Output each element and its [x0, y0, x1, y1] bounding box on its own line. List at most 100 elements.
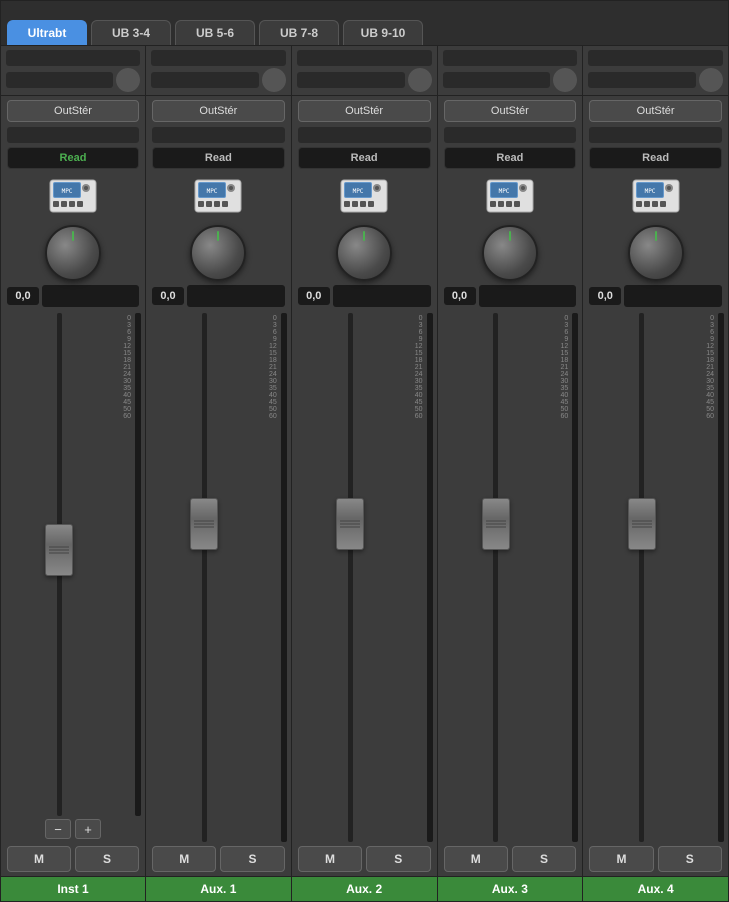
fader-handle-inst1[interactable]	[45, 524, 73, 576]
slot-box-aux2-1	[297, 50, 432, 66]
slot-row-aux3-1	[443, 50, 578, 66]
fader-track-wrapper-aux2: 0369 12151821 24303540 455060	[296, 313, 425, 842]
label-slot-inst1	[7, 127, 139, 143]
output-selector-aux4[interactable]: OutStér	[589, 100, 722, 122]
pan-box-aux3	[479, 285, 577, 307]
channel-aux3: OutStér Read MPC	[438, 46, 584, 901]
fader-section-aux3: 0369 12151821 24303540 455060	[438, 309, 583, 842]
fader-rail-area-aux4	[587, 313, 696, 842]
slot-circle-aux4	[699, 68, 723, 92]
fader-handle-aux1[interactable]	[190, 498, 218, 550]
fader-rail-aux3	[493, 313, 498, 842]
slot-row-aux4-1	[588, 50, 723, 66]
knob-aux2[interactable]	[336, 225, 392, 281]
ms-row-aux1: M S	[146, 842, 291, 876]
slot-box-aux4-1	[588, 50, 723, 66]
knob-aux1[interactable]	[190, 225, 246, 281]
knob-area-aux1	[190, 225, 246, 281]
level-meter-aux3	[572, 313, 578, 842]
channel-aux4: OutStér Read MPC	[583, 46, 728, 901]
mute-button-aux1[interactable]: M	[152, 846, 216, 872]
pan-box-aux1	[187, 285, 285, 307]
ms-row-aux2: M S	[292, 842, 437, 876]
output-selector-inst1[interactable]: OutStér	[7, 100, 139, 122]
read-button-aux3[interactable]: Read	[444, 147, 577, 169]
slot-circle-aux2	[408, 68, 432, 92]
value-box-aux4: 0,0	[589, 287, 621, 305]
fader-track-wrapper-inst1: 0369 12151821 24303540 455060	[5, 313, 133, 816]
slot-row-aux2-1	[297, 50, 432, 66]
read-button-inst1[interactable]: Read	[7, 147, 139, 169]
channels-area: OutStér Read MPC	[1, 45, 728, 901]
read-button-aux4[interactable]: Read	[589, 147, 722, 169]
label-slot-aux2	[298, 127, 431, 143]
top-slots-aux3	[438, 46, 583, 94]
solo-button-aux3[interactable]: S	[512, 846, 576, 872]
slot-row-aux4-2	[588, 68, 723, 92]
mute-button-aux4[interactable]: M	[589, 846, 653, 872]
slot-row-2	[6, 68, 140, 92]
device-svg-aux4: MPC	[631, 176, 681, 216]
knob-area-aux3	[482, 225, 538, 281]
solo-button-inst1[interactable]: S	[75, 846, 139, 872]
channel-aux2: OutStér Read MPC	[292, 46, 438, 901]
tab-ub34[interactable]: UB 3-4	[91, 20, 171, 45]
read-button-aux2[interactable]: Read	[298, 147, 431, 169]
slot-circle-aux3	[553, 68, 577, 92]
knob-inst1[interactable]	[45, 225, 101, 281]
fader-handle-aux2[interactable]	[336, 498, 364, 550]
mute-button-aux2[interactable]: M	[298, 846, 362, 872]
fader-track-wrapper-aux1: 0369 12151821 24303540 455060	[150, 313, 279, 842]
fader-rail-area-aux1	[150, 313, 259, 842]
divider-aux2	[292, 95, 437, 96]
value-row-aux4: 0,0	[589, 285, 722, 307]
solo-button-aux2[interactable]: S	[366, 846, 430, 872]
top-slots-aux1	[146, 46, 291, 94]
scale-track-aux3: 0369 12151821 24303540 455060	[552, 313, 570, 842]
fader-rail-area-aux2	[296, 313, 405, 842]
slot-box-aux3-2	[443, 72, 551, 88]
ms-row-aux4: M S	[583, 842, 728, 876]
mute-button-inst1[interactable]: M	[7, 846, 71, 872]
zoom-buttons-inst1: − +	[1, 816, 145, 842]
channel-label-aux2: Aux. 2	[292, 876, 437, 901]
slot-box-aux3-1	[443, 50, 578, 66]
tab-ultrabt[interactable]: Ultrabt	[7, 20, 87, 45]
slot-box-aux1-2	[151, 72, 259, 88]
fader-handle-aux4[interactable]	[628, 498, 656, 550]
mute-button-aux3[interactable]: M	[444, 846, 508, 872]
device-icon-aux1: MPC	[192, 175, 244, 217]
value-box-aux3: 0,0	[444, 287, 476, 305]
mixer-panel: Ultrabt UB 3-4 UB 5-6 UB 7-8 UB 9-10 Out…	[0, 0, 729, 902]
solo-button-aux4[interactable]: S	[658, 846, 722, 872]
value-box-aux1: 0,0	[152, 287, 184, 305]
fader-rail-aux4	[639, 313, 644, 842]
fader-container-aux3: 0369 12151821 24303540 455060	[438, 309, 583, 842]
knob-area-aux2	[336, 225, 392, 281]
fader-handle-aux3[interactable]	[482, 498, 510, 550]
divider-1	[1, 95, 145, 96]
solo-button-aux1[interactable]: S	[220, 846, 284, 872]
fader-rail-aux2	[348, 313, 353, 842]
output-selector-aux2[interactable]: OutStér	[298, 100, 431, 122]
knob-aux4[interactable]	[628, 225, 684, 281]
channel-label-aux1: Aux. 1	[146, 876, 291, 901]
output-selector-aux3[interactable]: OutStér	[444, 100, 577, 122]
device-icon-aux3: MPC	[484, 175, 536, 217]
value-row-aux3: 0,0	[444, 285, 577, 307]
tab-ub910[interactable]: UB 9-10	[343, 20, 423, 45]
value-row-inst1: 0,0	[7, 285, 139, 307]
read-button-aux1[interactable]: Read	[152, 147, 285, 169]
tab-ub56[interactable]: UB 5-6	[175, 20, 255, 45]
svg-text:MPC: MPC	[207, 188, 218, 195]
output-selector-aux1[interactable]: OutStér	[152, 100, 285, 122]
zoom-plus-button[interactable]: +	[75, 819, 101, 839]
tab-ub78[interactable]: UB 7-8	[259, 20, 339, 45]
zoom-minus-button[interactable]: −	[45, 819, 71, 839]
knob-aux3[interactable]	[482, 225, 538, 281]
fader-track-wrapper-aux4: 0369 12151821 24303540 455060	[587, 313, 716, 842]
slot-box-1	[6, 50, 140, 66]
slot-box-aux2-2	[297, 72, 405, 88]
device-svg-aux2: MPC	[339, 176, 389, 216]
channel-aux1: OutStér Read MPC	[146, 46, 292, 901]
